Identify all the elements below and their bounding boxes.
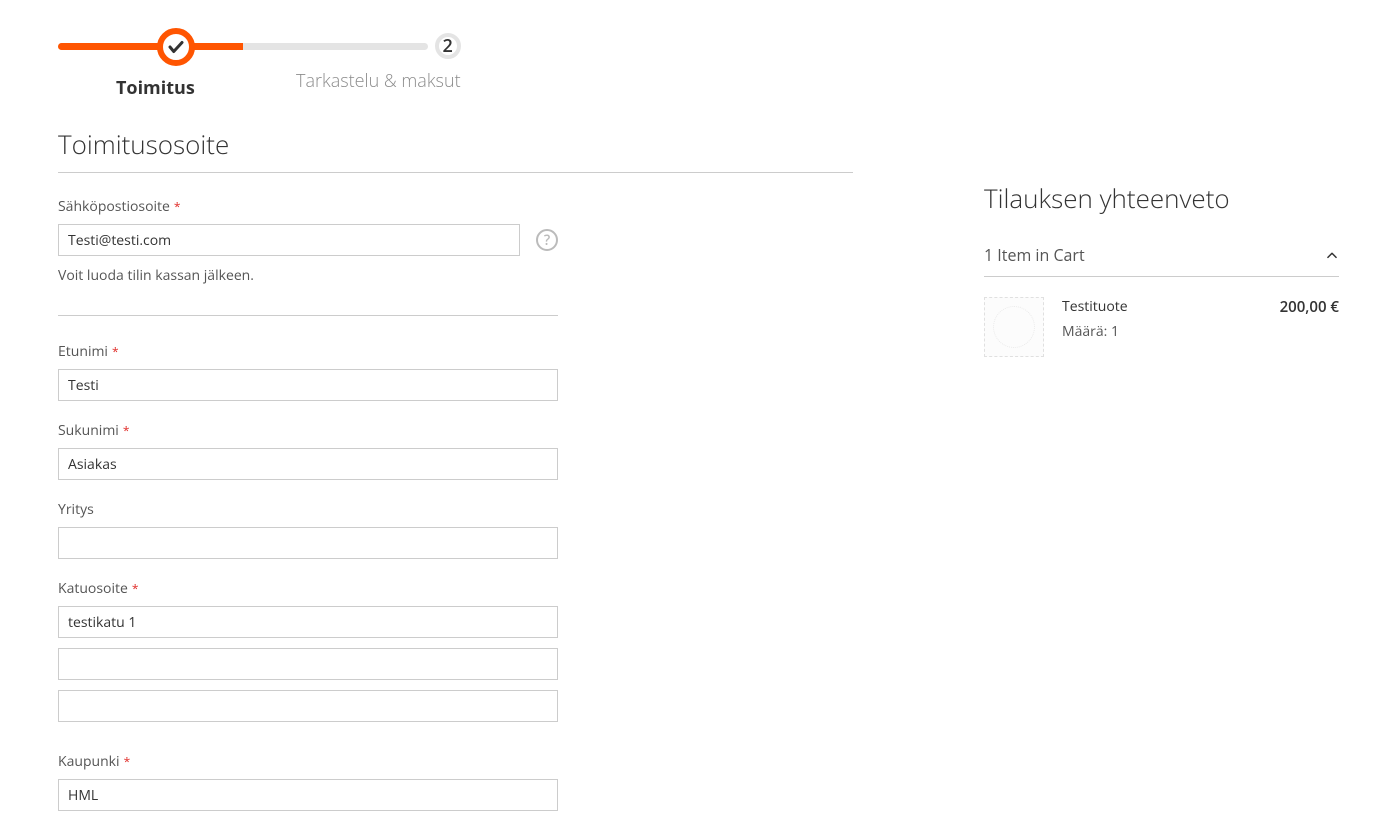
lastname-input[interactable] [58, 448, 558, 480]
chevron-up-icon [1325, 248, 1339, 262]
step-circle-inactive: 2 [435, 33, 461, 59]
cart-item: Testituote Määrä: 1 200,00 € [984, 277, 1339, 377]
label-company: Yritys [58, 500, 858, 519]
company-input[interactable] [58, 527, 558, 559]
order-summary: Tilauksen yhteenveto 1 Item in Cart Test… [984, 0, 1339, 831]
cart-item-qty: Määrä: 1 [1062, 322, 1262, 341]
cart-count-label: 1 Item in Cart [984, 244, 1085, 266]
step-label: Toimitus [116, 76, 195, 100]
progress-step-review[interactable]: 2 Tarkastelu & maksut [296, 40, 461, 93]
checkout-progress: Toimitus 2 Tarkastelu & maksut [58, 40, 858, 96]
required-marker: * [124, 753, 131, 770]
cart-item-name: Testituote [1062, 297, 1262, 316]
street-input-2[interactable] [58, 648, 558, 680]
label-city: Kaupunki* [58, 752, 858, 771]
label-email: Sähköpostiosoite* [58, 197, 858, 216]
cart-item-image [984, 297, 1044, 357]
required-marker: * [174, 198, 181, 215]
summary-title: Tilauksen yhteenveto [984, 180, 1339, 216]
firstname-input[interactable] [58, 369, 558, 401]
help-icon[interactable]: ? [536, 229, 558, 251]
required-marker: * [112, 343, 119, 360]
check-icon [167, 38, 185, 56]
field-company: Yritys [58, 500, 858, 559]
progress-step-shipping[interactable]: Toimitus [116, 40, 195, 100]
step-label: Tarkastelu & maksut [296, 69, 461, 93]
field-firstname: Etunimi* [58, 342, 858, 401]
email-input[interactable] [58, 224, 520, 256]
field-city: Kaupunki* [58, 752, 858, 811]
required-marker: * [132, 580, 139, 597]
step-circle-active [157, 28, 195, 66]
field-email: Sähköpostiosoite* ? Voit luoda tilin kas… [58, 197, 858, 285]
city-input[interactable] [58, 779, 558, 811]
required-marker: * [123, 422, 130, 439]
label-street: Katuosoite* [58, 579, 858, 598]
cart-toggle[interactable]: 1 Item in Cart [984, 234, 1339, 277]
street-input-3[interactable] [58, 690, 558, 722]
street-input-1[interactable] [58, 606, 558, 638]
label-firstname: Etunimi* [58, 342, 858, 361]
cart-item-price: 200,00 € [1280, 297, 1339, 317]
email-note: Voit luoda tilin kassan jälkeen. [58, 266, 858, 285]
divider [58, 315, 558, 316]
section-title-shipping: Toimitusosoite [58, 126, 853, 173]
field-lastname: Sukunimi* [58, 421, 858, 480]
field-street: Katuosoite* [58, 579, 858, 732]
step-number: 2 [442, 34, 452, 58]
label-lastname: Sukunimi* [58, 421, 858, 440]
